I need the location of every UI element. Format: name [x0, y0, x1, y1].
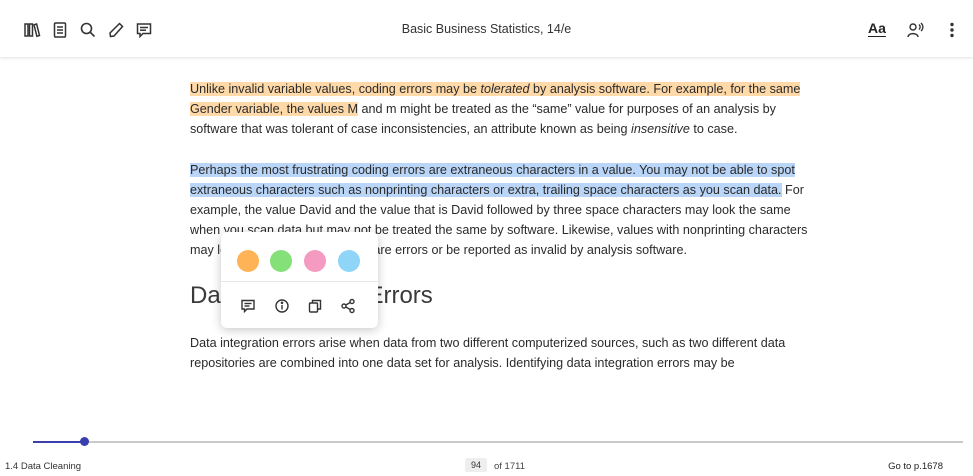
reading-page: Unlike invalid variable values, coding e… — [0, 57, 973, 427]
top-toolbar: Basic Business Statistics, 14/e Aa — [0, 0, 973, 57]
green-swatch[interactable] — [270, 250, 292, 272]
highlight-text: Unlike invalid variable values, coding e… — [190, 82, 481, 96]
add-note-icon[interactable] — [240, 298, 256, 314]
bottom-bar: 1.4 Data Cleaning 94 of 1711 Go to p.167… — [0, 427, 973, 476]
highlight-popup — [221, 232, 378, 328]
progress-track[interactable] — [33, 441, 963, 443]
blue-selection[interactable]: Perhaps the most frustrating coding erro… — [190, 163, 795, 197]
emphasis-text: tolerated — [480, 82, 530, 96]
share-icon[interactable] — [340, 298, 356, 314]
book-title: Basic Business Statistics, 14/e — [401, 22, 572, 36]
emphasis-text: insensitive — [631, 122, 690, 136]
copy-icon[interactable] — [307, 298, 323, 314]
goto-page-link[interactable]: Go to p.1678 — [888, 461, 943, 472]
paragraph: Data integration errors arise when data … — [190, 336, 786, 370]
info-icon[interactable] — [274, 298, 290, 314]
progress-fill — [33, 441, 84, 443]
page-number-input[interactable]: 94 — [465, 458, 487, 472]
read-aloud-icon[interactable] — [906, 21, 924, 39]
popup-divider — [221, 281, 378, 282]
page-total: of 1711 — [494, 461, 525, 472]
more-options-icon[interactable] — [943, 21, 961, 39]
orange-swatch[interactable] — [237, 250, 259, 272]
blue-swatch[interactable] — [338, 250, 360, 272]
font-settings-button[interactable]: Aa — [868, 20, 886, 36]
progress-handle[interactable] — [80, 437, 89, 446]
pink-swatch[interactable] — [304, 250, 326, 272]
paragraph: Unlike invalid variable values, coding e… — [190, 79, 810, 139]
body-text: to case. — [689, 122, 738, 136]
chapter-label: 1.4 Data Cleaning — [5, 461, 82, 472]
